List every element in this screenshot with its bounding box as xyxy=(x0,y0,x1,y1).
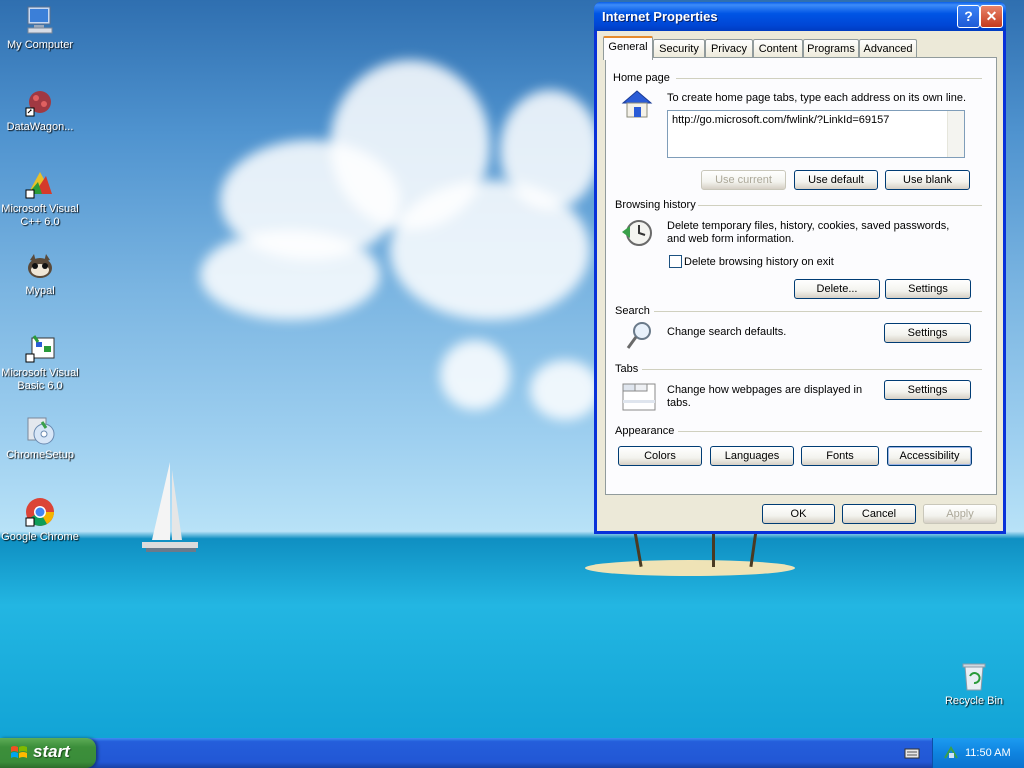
use-default-button[interactable]: Use default xyxy=(794,170,878,190)
desktop-icon-label: Recycle Bin xyxy=(944,695,1004,707)
search-description: Change search defaults. xyxy=(667,326,787,338)
apply-button[interactable]: Apply xyxy=(923,504,997,524)
chrome-icon xyxy=(24,496,56,528)
tabs-settings-button[interactable]: Settings xyxy=(884,380,971,400)
delete-history-on-exit-label[interactable]: Delete browsing history on exit xyxy=(684,256,834,269)
home-page-url: http://go.microsoft.com/fwlink/?LinkId=6… xyxy=(672,114,890,126)
start-button[interactable]: start xyxy=(0,738,96,768)
browsing-history-group-title: Browsing history xyxy=(615,199,696,211)
history-settings-button[interactable]: Settings xyxy=(885,279,971,299)
search-group-title: Search xyxy=(615,305,650,317)
help-button[interactable]: ? xyxy=(957,5,980,28)
desktop-icon-label: Microsoft Visual C++ 6.0 xyxy=(1,203,79,228)
desktop-icon-visual-cpp[interactable]: Microsoft Visual C++ 6.0 xyxy=(0,168,80,229)
group-divider xyxy=(654,311,982,312)
network-icon[interactable] xyxy=(943,746,959,760)
dialog-client-area: General Security Privacy Content Program… xyxy=(597,31,1003,531)
system-tray: 11:50 AM xyxy=(932,738,1024,768)
tab-security[interactable]: Security xyxy=(653,39,705,58)
browsing-history-description: Delete temporary files, history, cookies… xyxy=(667,220,950,245)
desktop-icon-label: DataWagon... xyxy=(6,121,74,133)
group-divider xyxy=(698,205,982,206)
tabs-group-title: Tabs xyxy=(615,363,639,375)
desktop-icon-label: My Computer xyxy=(6,39,74,51)
accessibility-button[interactable]: Accessibility xyxy=(887,446,972,466)
close-button[interactable]: ✕ xyxy=(980,5,1003,28)
languages-button[interactable]: Languages xyxy=(710,446,794,466)
taskbar: start 11:50 AM xyxy=(0,738,1024,768)
group-divider xyxy=(676,78,982,79)
cancel-button[interactable]: Cancel xyxy=(842,504,916,524)
colors-button[interactable]: Colors xyxy=(618,446,702,466)
delete-button[interactable]: Delete... xyxy=(794,279,880,299)
general-tab-panel: Home page To create home page tabs, type… xyxy=(605,57,997,495)
home-page-url-textarea[interactable]: http://go.microsoft.com/fwlink/?LinkId=6… xyxy=(667,110,965,158)
home-page-description: To create home page tabs, type each addr… xyxy=(667,92,967,104)
group-divider xyxy=(678,431,982,432)
appearance-group-title: Appearance xyxy=(615,425,675,437)
dialog-titlebar[interactable]: Internet Properties ? ✕ xyxy=(594,2,1006,31)
desktop-icon-google-chrome[interactable]: Google Chrome xyxy=(0,496,80,544)
home-page-group-title: Home page xyxy=(613,72,670,84)
visual-cpp-icon xyxy=(24,168,56,200)
desktop-icon-label: Microsoft Visual Basic 6.0 xyxy=(1,367,79,392)
fonts-button[interactable]: Fonts xyxy=(801,446,879,466)
desktop-icon-recycle-bin[interactable]: Recycle Bin xyxy=(934,660,1014,708)
tab-programs[interactable]: Programs xyxy=(803,39,859,58)
desktop-icon-my-computer[interactable]: My Computer xyxy=(0,4,80,52)
mypal-icon xyxy=(24,250,56,282)
ok-button[interactable]: OK xyxy=(762,504,835,524)
desktop-icon-label: ChromeSetup xyxy=(6,449,74,461)
use-blank-button[interactable]: Use blank xyxy=(885,170,970,190)
history-clock-icon xyxy=(620,218,654,253)
tab-advanced[interactable]: Advanced xyxy=(859,39,917,58)
windows-logo-icon xyxy=(11,746,27,758)
tab-general[interactable]: General xyxy=(603,36,653,60)
keyboard-icon[interactable] xyxy=(904,746,920,760)
url-scrollbar[interactable] xyxy=(947,111,964,157)
search-settings-button[interactable]: Settings xyxy=(884,323,971,343)
datawagon-icon xyxy=(24,86,56,118)
tabs-icon xyxy=(622,380,656,415)
tabs-description: Change how webpages are displayed in tab… xyxy=(667,384,863,409)
internet-properties-dialog: Internet Properties ? ✕ General Security… xyxy=(594,2,1006,534)
clock[interactable]: 11:50 AM xyxy=(965,747,1011,759)
delete-history-on-exit-checkbox[interactable] xyxy=(669,255,682,268)
computer-icon xyxy=(24,4,56,36)
dialog-title: Internet Properties xyxy=(602,9,718,24)
search-icon xyxy=(624,320,654,355)
sailboat xyxy=(142,462,198,552)
visual-basic-icon xyxy=(24,332,56,364)
desktop-icon-label: Mypal xyxy=(25,285,55,297)
desktop-icon-datawagon[interactable]: DataWagon... xyxy=(0,86,80,134)
desktop-icon-label: Google Chrome xyxy=(1,531,79,543)
use-current-button[interactable]: Use current xyxy=(701,170,786,190)
desktop-icon-mypal[interactable]: Mypal xyxy=(0,250,80,298)
start-label: start xyxy=(33,742,70,761)
desktop-icon-visual-basic[interactable]: Microsoft Visual Basic 6.0 xyxy=(0,332,80,393)
island xyxy=(585,560,795,576)
tab-privacy[interactable]: Privacy xyxy=(705,39,753,58)
installer-icon xyxy=(24,414,56,446)
recycle-bin-icon xyxy=(958,660,990,692)
group-divider xyxy=(642,369,982,370)
desktop-icon-chromesetup[interactable]: ChromeSetup xyxy=(0,414,80,462)
tab-content[interactable]: Content xyxy=(753,39,803,58)
home-icon xyxy=(620,88,654,123)
